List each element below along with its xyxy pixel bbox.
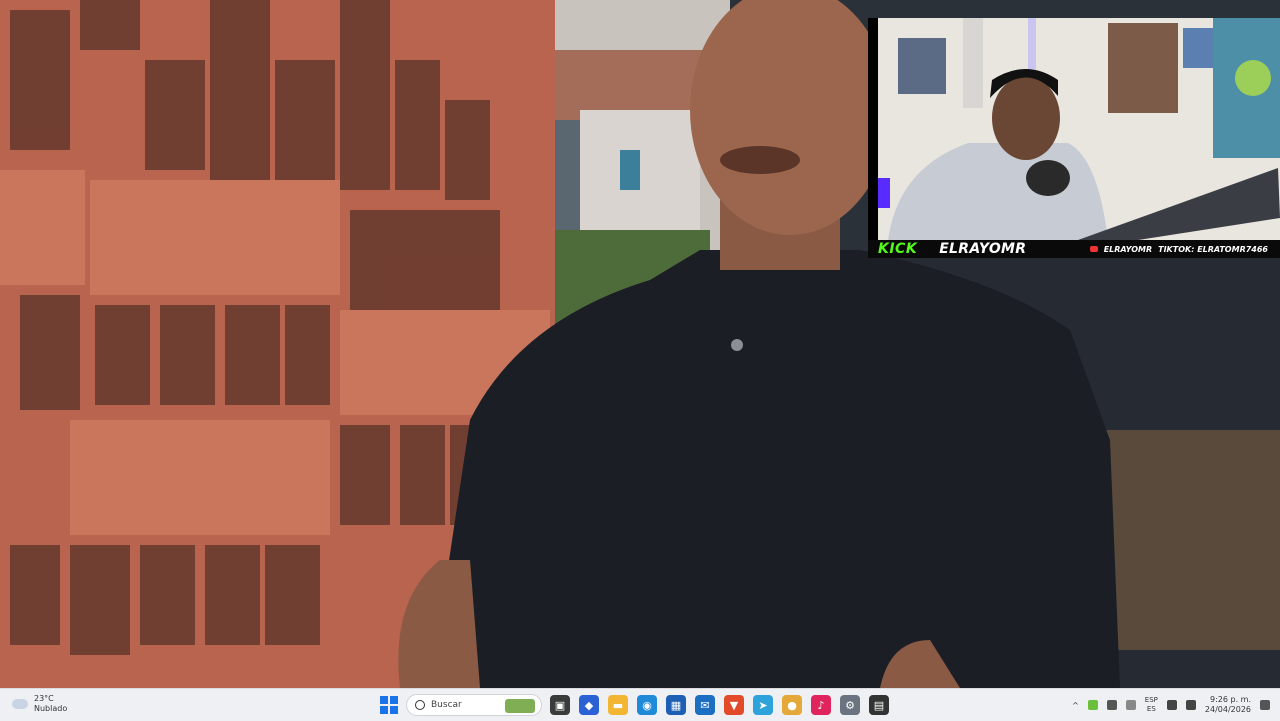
weather-widget[interactable]: 23°C Nublado	[12, 694, 67, 714]
chevron-up-icon[interactable]: ^	[1072, 701, 1079, 710]
settings-icon[interactable]: ⚙	[840, 695, 860, 715]
language-indicator[interactable]: ESP ES	[1145, 696, 1158, 714]
weather-temp: 23°C	[34, 694, 54, 703]
social-links: ELRAYOMR TIKTOK: ELRATOMR7466	[1089, 244, 1268, 254]
search-highlight-icon	[505, 699, 535, 713]
taskbar: 23°C Nublado Buscar ▣ ◆ ▬ ◉ ▦ ✉ ▼ ➤ ● ♪ ⚙ ▤ ^ ESP E…	[0, 688, 1280, 721]
system-tray: ^ ESP ES 9:26 p. m. 24/04/2026	[1072, 689, 1270, 721]
streamer-name: ELRAYOMR	[939, 241, 1027, 257]
wifi-icon[interactable]	[1166, 700, 1177, 710]
youtube-icon	[1089, 246, 1098, 252]
mic-icon[interactable]	[1125, 700, 1136, 710]
notifications-icon[interactable]	[1260, 700, 1270, 710]
search-box[interactable]: Buscar	[406, 694, 542, 716]
telegram-icon[interactable]: ➤	[753, 695, 773, 715]
weather-condition: Nublado	[34, 704, 68, 713]
clock-date: 24/04/2026	[1204, 705, 1251, 714]
youtube-handle: ELRAYOMR	[1103, 244, 1153, 254]
chrome-icon[interactable]: ●	[782, 695, 802, 715]
start-button[interactable]	[380, 696, 398, 714]
game-app-icon[interactable]: ▤	[869, 695, 889, 715]
tray-app-icon[interactable]	[1087, 700, 1098, 710]
webcam-overlay: KICK ELRAYOMR ELRAYOMR TIKTOK: ELRATOMR7…	[868, 18, 1280, 258]
webcam-feed	[878, 18, 1280, 240]
outlook-icon[interactable]: ✉	[695, 695, 715, 715]
search-placeholder: Buscar	[431, 700, 462, 710]
tiktok-handle: TIKTOK: ELRATOMR7466	[1158, 244, 1268, 254]
search-icon	[415, 700, 425, 710]
task-view-icon[interactable]: ▣	[550, 695, 570, 715]
taskbar-apps: Buscar ▣ ◆ ▬ ◉ ▦ ✉ ▼ ➤ ● ♪ ⚙ ▤	[380, 689, 889, 721]
platform-label: KICK	[878, 241, 918, 257]
brave-icon[interactable]: ▼	[724, 695, 744, 715]
store-icon[interactable]: ▦	[666, 695, 686, 715]
stream-banner: KICK ELRAYOMR ELRAYOMR TIKTOK: ELRATOMR7…	[868, 240, 1280, 258]
clock-time: 9:26 p. m.	[1209, 695, 1251, 704]
onedrive-icon[interactable]	[1106, 700, 1117, 710]
edge-icon[interactable]: ◉	[637, 695, 657, 715]
cloud-icon	[12, 699, 28, 709]
clock[interactable]: 9:26 p. m. 24/04/2026	[1205, 695, 1251, 715]
file-explorer-icon[interactable]: ▬	[608, 695, 628, 715]
pinned-apps: ▣ ◆ ▬ ◉ ▦ ✉ ▼ ➤ ● ♪ ⚙ ▤	[550, 695, 889, 715]
volume-icon[interactable]	[1185, 700, 1196, 710]
tiktok-icon[interactable]: ♪	[811, 695, 831, 715]
webcam-image	[878, 18, 1280, 240]
hp-app-icon[interactable]: ◆	[579, 695, 599, 715]
